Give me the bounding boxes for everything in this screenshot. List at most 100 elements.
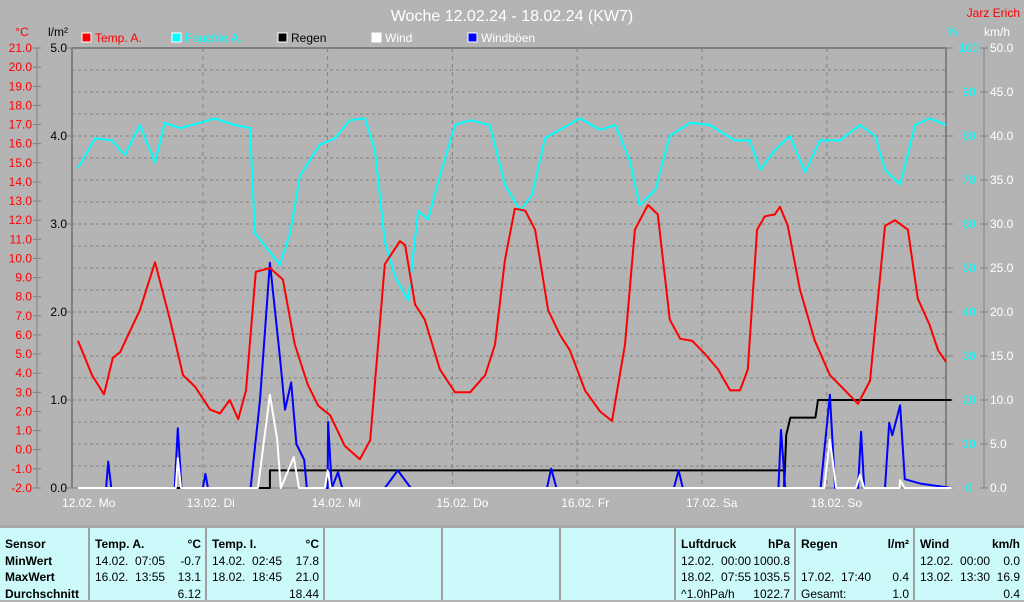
grid: [72, 48, 946, 488]
temp-tick-label: 1.0: [15, 424, 32, 438]
stats-table: Sensor MinWert MaxWert Durchschnitt Temp…: [0, 525, 1024, 600]
temp-tick-label: 13.0: [9, 194, 33, 208]
wind-max: 16.9: [997, 569, 1020, 586]
rain-tick-label: 4.0: [50, 129, 67, 143]
pressure-header: Luftdruck: [681, 536, 736, 553]
pressure-max: 1035.5: [753, 569, 790, 586]
legend-swatch: [372, 33, 381, 42]
temp-tick-label: 12.0: [9, 213, 33, 227]
temp-i-unit: °C: [306, 536, 319, 553]
x-tick-label: 12.02. Mo: [62, 496, 116, 510]
sensor-column: Sensor MinWert MaxWert Durchschnitt: [0, 528, 88, 600]
x-tick-label: 17.02. Sa: [686, 496, 738, 510]
x-tick-label: 15.02. Do: [436, 496, 488, 510]
rain-tick-label: 1.0: [50, 393, 67, 407]
wind-unit: km/h: [984, 25, 1010, 39]
wind-tick-label: 50.0: [990, 41, 1014, 55]
wind-min: 0.0: [1003, 553, 1020, 570]
rain-tick-label: 0.0: [50, 481, 67, 495]
sensor-header: Sensor: [5, 536, 46, 553]
temp-tick-label: 15.0: [9, 156, 33, 170]
temp-tick-label: 2.0: [15, 404, 32, 418]
temp-i-min: 17.8: [296, 553, 319, 570]
hum-tick-label: 70: [962, 173, 976, 187]
hum-tick-label: 80: [962, 129, 976, 143]
rain-max-time: 17.02. 17:40: [801, 569, 871, 586]
temp-i-column: Temp. I. °C 14.02. 02:45 17.8 18.02. 18:45…: [205, 528, 323, 600]
temp-tick-label: -2.0: [11, 481, 32, 495]
temp-unit: °C: [15, 25, 29, 39]
wind-tick-label: 10.0: [990, 393, 1014, 407]
temp-tick-label: 3.0: [15, 385, 32, 399]
legend-swatch: [172, 33, 181, 42]
temp-tick-label: 17.0: [9, 118, 33, 132]
max-label: MaxWert: [5, 569, 55, 586]
legend-swatch: [278, 33, 287, 42]
wind-column: Windkm/h 12.02. 00:000.0 13.02. 13:3016.…: [913, 528, 1024, 600]
min-label: MinWert: [5, 553, 52, 570]
temp-a-max-time: 16.02. 13:55: [95, 569, 165, 586]
rain-header: Regen: [801, 536, 838, 553]
legend-swatch: [468, 33, 477, 42]
temp-tick-label: 5.0: [15, 347, 32, 361]
x-tick-label: 14.02. Mi: [312, 496, 361, 510]
temp-i-max: 21.0: [296, 569, 319, 586]
temp-i-min-time: 14.02. 02:45: [212, 553, 282, 570]
temp-tick-label: 8.0: [15, 290, 32, 304]
author-label: Jarz Erich: [967, 6, 1020, 20]
temp-tick-label: 6.0: [15, 328, 32, 342]
rain-max: 0.4: [892, 569, 909, 586]
series: [78, 118, 952, 488]
temp-i-max-time: 18.02. 18:45: [212, 569, 282, 586]
empty-column: [441, 528, 559, 600]
hum-tick-label: 50: [962, 261, 976, 275]
hum-tick-label: 30: [962, 349, 976, 363]
wind-tick-label: 25.0: [990, 261, 1014, 275]
series-line-windböen: [78, 263, 952, 488]
temp-tick-label: 19.0: [9, 79, 33, 93]
rain-tick-label: 2.0: [50, 305, 67, 319]
temp-tick-label: 7.0: [15, 309, 32, 323]
temp-tick-label: -1.0: [11, 462, 32, 476]
wind-tick-label: 0.0: [990, 481, 1007, 495]
rain-unit: l/m²: [48, 25, 68, 39]
wind-max-time: 13.02. 13:30: [920, 569, 990, 586]
temp-tick-label: 0.0: [15, 443, 32, 457]
wind-tick-label: 30.0: [990, 217, 1014, 231]
hum-tick-label: 90: [962, 85, 976, 99]
legend-label: Temp. A.: [95, 31, 142, 45]
rain-unit-label: l/m²: [888, 536, 909, 553]
weather-chart: Woche 12.02.24 - 18.02.24 (KW7) Jarz Eri…: [0, 0, 1024, 525]
pressure-unit: hPa: [768, 536, 790, 553]
hum-tick-label: 60: [962, 217, 976, 231]
temp-tick-label: 14.0: [9, 175, 33, 189]
temp-tick-label: 9.0: [15, 271, 32, 285]
temp-tick-label: 16.0: [9, 137, 33, 151]
temp-a-column: Temp. A.°C 14.02. 07:05-0.7 16.02. 13:55…: [88, 528, 205, 600]
wind-tick-label: 40.0: [990, 129, 1014, 143]
hum-tick-label: 0: [966, 481, 973, 495]
legend-label: Windböen: [481, 31, 535, 45]
x-tick-label: 13.02. Di: [187, 496, 235, 510]
hum-tick-label: 40: [962, 305, 976, 319]
temp-a-max: 13.1: [178, 569, 201, 586]
rain-tick-label: 5.0: [50, 41, 67, 55]
temp-tick-label: 18.0: [9, 98, 33, 112]
wind-tick-label: 5.0: [990, 437, 1007, 451]
empty-column: [559, 528, 674, 600]
rain-column: Regenl/m² 17.02. 17:400.4 Gesamt:1.0: [794, 528, 913, 600]
temp-a-header: Temp. A.: [95, 536, 144, 553]
legend-label: Regen: [291, 31, 326, 45]
wind-tick-label: 20.0: [990, 305, 1014, 319]
legend: Temp. A.Feuchte A.RegenWindWindböen: [82, 31, 535, 45]
temp-i-header: Temp. I.: [212, 536, 256, 553]
temp-tick-label: 20.0: [9, 60, 33, 74]
hum-tick-label: 20: [962, 393, 976, 407]
wind-min-time: 12.02. 00:00: [920, 553, 990, 570]
hum-tick-label: 10: [962, 437, 976, 451]
chart-title: Woche 12.02.24 - 18.02.24 (KW7): [391, 8, 634, 25]
wind-tick-label: 45.0: [990, 85, 1014, 99]
legend-label: Wind: [385, 31, 412, 45]
temp-tick-label: 10.0: [9, 251, 33, 265]
series-line-temp-a: [78, 205, 946, 459]
